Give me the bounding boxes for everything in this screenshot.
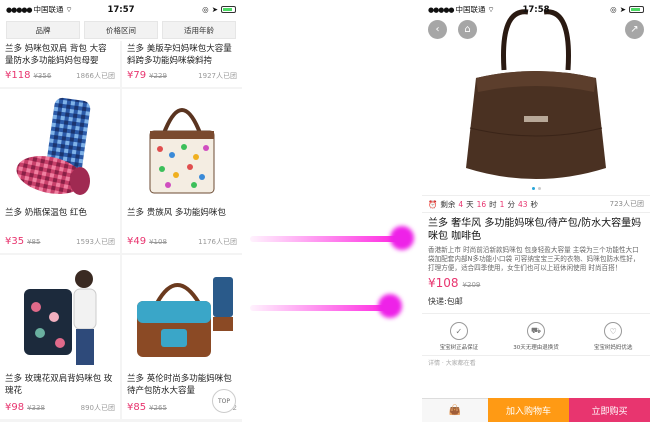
signal-icon: ●●●●● (6, 5, 33, 14)
guarantee-choice[interactable]: ♡ 宝宝树妈妈优选 (594, 322, 632, 351)
status-time: 17:57 (107, 4, 135, 15)
product-card[interactable]: 兰多 妈咪包双肩 背包 大容量防水多功能妈妈包母婴 ¥118 ¥356 1866人已… (0, 41, 120, 87)
product-grid: 兰多 妈咪包双肩 背包 大容量防水多功能妈妈包母婴 ¥118 ¥356 1866人已… (0, 41, 242, 419)
status-bar: ●●●●● 中国联通 ⌔ 17:57 ◎ ➤ (0, 0, 242, 19)
cart-button[interactable]: 👜 (422, 398, 488, 422)
countdown-bar: ⏰ 剩余 4天 16 时 1分 43 秒 723人已团 (422, 195, 650, 213)
alarm-icon: ◎ (610, 5, 617, 14)
clock-icon: ⏰ (428, 199, 438, 209)
location-icon: ➤ (211, 5, 218, 14)
product-sold: 1593人已团 (76, 238, 115, 246)
product-sold: 890人已团 (80, 404, 115, 412)
product-detail-screen: ●●●●● 中国联通 ⌔ 17:58 ◎ ➤ ‹ ⌂ ↗ ⏰ 剩余 4天 16 时 1分… (422, 0, 650, 422)
product-price: ¥35 (5, 236, 25, 247)
home-icon: ⌂ (464, 24, 471, 35)
filter-bar: 品牌 价格区间 适用年龄 (0, 19, 242, 41)
guarantee-row: ✓ 宝宝树正品保证 ⛟ 30天无理由退换货 ♡ 宝宝树妈妈优选 (422, 314, 650, 356)
product-image (0, 89, 120, 207)
product-title: 兰多 美版孕妇妈咪包大容量斜跨多功能妈咪袋斜挎 (127, 44, 232, 66)
product-old-price: ¥108 (149, 238, 167, 246)
status-time: 17:58 (522, 4, 550, 15)
bag-image (466, 9, 606, 179)
filter-brand[interactable]: 品牌 (6, 21, 80, 39)
filter-age[interactable]: 适用年龄 (162, 21, 236, 39)
image-pager (422, 187, 650, 190)
shield-icon: ✓ (449, 322, 468, 340)
battery-icon (629, 6, 644, 13)
product-description: 香港新上市 时尚前沿新款妈咪包 包身轻盈大容量 主袋为三个功能性大口袋加配套内部… (428, 246, 640, 272)
back-to-top-button[interactable]: TOP (212, 389, 236, 413)
product-old-price: ¥229 (149, 72, 167, 80)
cart-icon: 👜 (448, 405, 462, 416)
product-old-price: ¥85 (27, 238, 41, 246)
product-image (122, 89, 242, 207)
product-card[interactable]: 兰多 玫瑰花双肩背妈咪包 玫瑰花 ¥98 ¥338 890人已团 (0, 255, 120, 419)
product-image (0, 255, 120, 373)
heart-icon: ♡ (604, 322, 623, 340)
annotation-dot (378, 294, 402, 318)
product-card[interactable]: 兰多 美版孕妇妈咪包大容量斜跨多功能妈咪袋斜挎 ¥79 ¥229 1927人已团 (122, 41, 242, 87)
share-button[interactable]: ↗ (625, 20, 644, 39)
share-icon: ↗ (630, 24, 639, 35)
buy-now-button[interactable]: 立即购买 (569, 398, 650, 422)
product-price: ¥98 (5, 402, 25, 413)
product-image (122, 255, 242, 373)
product-card[interactable]: 兰多 英伦时尚多功能妈咪包待产包防水大容量 ¥85¥2651102 TOP (122, 255, 242, 419)
product-card[interactable]: 兰多 贵族风 多功能妈咪包 ¥49 ¥108 1176人已团 (122, 89, 242, 253)
product-list-screen: ●●●●● 中国联通 ⌔ 17:57 ◎ ➤ 品牌 价格区间 适用年龄 兰多 妈咪包双… (0, 0, 242, 422)
add-to-cart-button[interactable]: 加入购物车 (488, 398, 569, 422)
wifi-icon: ⌔ (487, 4, 495, 14)
status-bar: ●●●●● 中国联通 ⌔ 17:58 ◎ ➤ (422, 0, 650, 19)
product-title: 兰多 贵族风 多功能妈咪包 (127, 208, 226, 218)
product-price: ¥85 (127, 402, 147, 413)
product-title: 兰多 妈咪包双肩 背包 大容量防水多功能妈妈包母婴 (5, 44, 107, 66)
product-title: 兰多 奶瓶保温包 红色 (5, 208, 87, 218)
product-price: ¥108 (428, 276, 459, 290)
back-button[interactable]: ‹ (428, 20, 447, 39)
signal-icon: ●●●●● (428, 5, 455, 14)
annotation-stroke (250, 305, 390, 311)
sold-count: 723人已团 (609, 200, 644, 208)
guarantee-return[interactable]: ⛟ 30天无理由退换货 (513, 322, 559, 351)
product-card[interactable]: 兰多 奶瓶保温包 红色 ¥35 ¥85 1593人已团 (0, 89, 120, 253)
annotation-dot (390, 226, 414, 250)
annotation-stroke (250, 236, 400, 242)
product-sold: 1927人已团 (198, 72, 237, 80)
home-button[interactable]: ⌂ (458, 20, 477, 39)
wifi-icon: ⌔ (65, 4, 73, 14)
chevron-left-icon: ‹ (435, 24, 440, 35)
product-old-price: ¥356 (33, 72, 52, 80)
product-title: 兰多 玫瑰花双肩背妈咪包 玫瑰花 (5, 374, 113, 396)
product-hero-image: ●●●●● 中国联通 ⌔ 17:58 ◎ ➤ ‹ ⌂ ↗ (422, 0, 650, 195)
truck-icon: ⛟ (527, 322, 545, 340)
location-icon: ➤ (619, 5, 626, 14)
product-sold: 1866人已团 (76, 72, 115, 80)
product-price: ¥49 (127, 236, 147, 247)
guarantee-authentic[interactable]: ✓ 宝宝树正品保证 (440, 322, 478, 351)
product-sold: 1176人已团 (198, 238, 237, 246)
price-row: ¥108 ¥209 (422, 276, 650, 290)
alarm-icon: ◎ (202, 5, 209, 14)
action-bar: 👜 加入购物车 立即购买 (422, 398, 650, 422)
filter-price[interactable]: 价格区间 (84, 21, 158, 39)
product-old-price: ¥209 (462, 281, 481, 289)
product-old-price: ¥265 (149, 404, 167, 412)
product-old-price: ¥338 (27, 404, 45, 412)
more-section[interactable]: 详情 · 大家都在看 (422, 356, 650, 367)
product-price: ¥118 (5, 70, 31, 81)
shipping-info: 快递:包邮 (422, 290, 650, 314)
battery-icon (221, 6, 236, 13)
product-title: 兰多 奢华风 多功能妈咪包/待产包/防水大容量妈咪包 咖啡色 (428, 218, 642, 242)
product-price: ¥79 (127, 70, 147, 81)
